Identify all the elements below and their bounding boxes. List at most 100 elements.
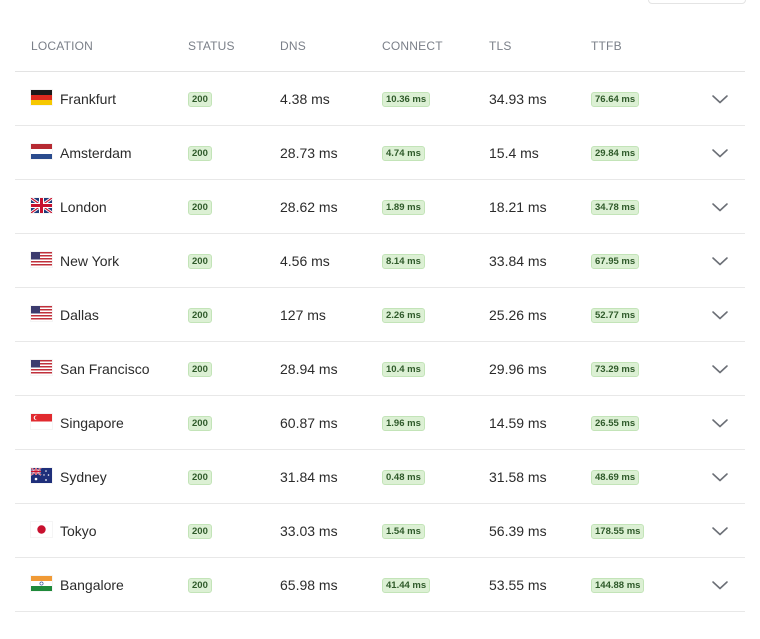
location-name: London [60, 199, 107, 215]
chevron-down-icon[interactable] [711, 146, 729, 158]
location-name: Singapore [60, 415, 124, 431]
tls-time: 14.59 ms [489, 415, 547, 431]
connect-time-badge: 8.14 ms [382, 254, 425, 269]
ttfb-time-badge: 73.29 ms [591, 362, 640, 377]
top-panel-edge [648, 0, 746, 4]
connect-time-badge: 4.74 ms [382, 146, 425, 161]
singapore-flag-icon [31, 414, 52, 429]
status-badge: 200 [188, 470, 212, 485]
table-row[interactable]: San Francisco 200 28.94 ms 10.4 ms 29.96 ms 7… [15, 342, 745, 396]
dns-time: 127 ms [280, 307, 326, 323]
ttfb-time-badge: 26.55 ms [591, 416, 640, 431]
chevron-down-icon[interactable] [711, 578, 729, 590]
connect-time-badge: 1.89 ms [382, 200, 425, 215]
uk-flag-icon [31, 198, 52, 213]
header-location: LOCATION [31, 39, 94, 53]
status-badge: 200 [188, 578, 212, 593]
connect-time-badge: 0.48 ms [382, 470, 425, 485]
status-badge: 200 [188, 524, 212, 539]
chevron-down-icon[interactable] [711, 200, 729, 212]
chevron-down-icon[interactable] [711, 362, 729, 374]
tls-time: 56.39 ms [489, 523, 547, 539]
dns-time: 4.38 ms [280, 91, 330, 107]
location-name: Bangalore [60, 577, 124, 593]
ttfb-time-badge: 67.95 ms [591, 254, 640, 269]
tls-time: 31.58 ms [489, 469, 547, 485]
status-badge: 200 [188, 416, 212, 431]
ttfb-time-badge: 52.77 ms [591, 308, 640, 323]
connect-time-badge: 10.36 ms [382, 92, 431, 107]
us-flag-icon [31, 252, 52, 267]
tls-time: 15.4 ms [489, 145, 539, 161]
connect-time-badge: 41.44 ms [382, 578, 431, 593]
connect-time-badge: 1.54 ms [382, 524, 425, 539]
germany-flag-icon [31, 90, 52, 105]
dns-time: 4.56 ms [280, 253, 330, 269]
dns-time: 28.73 ms [280, 145, 338, 161]
results-table: LOCATION STATUS DNS CONNECT TLS TTFB Fra… [15, 26, 745, 612]
australia-flag-icon [31, 468, 52, 483]
tls-time: 25.26 ms [489, 307, 547, 323]
table-body: Frankfurt 200 4.38 ms 10.36 ms 34.93 ms 76.64… [15, 72, 745, 612]
netherlands-flag-icon [31, 144, 52, 159]
us-flag-icon [31, 306, 52, 321]
table-row[interactable]: New York 200 4.56 ms 8.14 ms 33.84 ms 67.95 m… [15, 234, 745, 288]
chevron-down-icon[interactable] [711, 308, 729, 320]
connect-time-badge: 2.26 ms [382, 308, 425, 323]
location-name: Frankfurt [60, 91, 117, 107]
dns-time: 65.98 ms [280, 577, 338, 593]
ttfb-time-badge: 178.55 ms [591, 524, 645, 539]
tls-time: 53.55 ms [489, 577, 547, 593]
status-badge: 200 [188, 362, 212, 377]
table-row[interactable]: Singapore 200 60.87 ms 1.96 ms 14.59 ms 26.55… [15, 396, 745, 450]
status-badge: 200 [188, 308, 212, 323]
status-badge: 200 [188, 200, 212, 215]
chevron-down-icon[interactable] [711, 470, 729, 482]
table-row[interactable]: Tokyo 200 33.03 ms 1.54 ms 56.39 ms 178.55 ms [15, 504, 745, 558]
connect-time-badge: 10.4 ms [382, 362, 425, 377]
header-tls: TLS [489, 39, 512, 53]
location-name: Tokyo [60, 523, 97, 539]
tls-time: 33.84 ms [489, 253, 547, 269]
status-badge: 200 [188, 92, 212, 107]
header-dns: DNS [280, 39, 306, 53]
us-flag-icon [31, 360, 52, 375]
location-name: New York [60, 253, 120, 269]
location-name: Sydney [60, 469, 107, 485]
table-row[interactable]: Amsterdam 200 28.73 ms 4.74 ms 15.4 ms 29.84 … [15, 126, 745, 180]
chevron-down-icon[interactable] [711, 92, 729, 104]
dns-time: 60.87 ms [280, 415, 338, 431]
india-flag-icon [31, 576, 52, 591]
dns-time: 31.84 ms [280, 469, 338, 485]
ttfb-time-badge: 76.64 ms [591, 92, 640, 107]
location-name: San Francisco [60, 361, 150, 377]
tls-time: 34.93 ms [489, 91, 547, 107]
japan-flag-icon [31, 522, 52, 537]
dns-time: 28.94 ms [280, 361, 338, 377]
table-row[interactable]: Bangalore 200 65.98 ms 41.44 ms 53.55 ms 144.… [15, 558, 745, 612]
header-status: STATUS [188, 39, 235, 53]
connect-time-badge: 1.96 ms [382, 416, 425, 431]
table-row[interactable]: Sydney 200 31.84 ms 0.48 ms 31.58 ms 48.69 ms [15, 450, 745, 504]
location-name: Dallas [60, 307, 99, 323]
location-name: Amsterdam [60, 145, 132, 161]
dns-time: 28.62 ms [280, 199, 338, 215]
status-badge: 200 [188, 146, 212, 161]
header-ttfb: TTFB [591, 39, 622, 53]
table-row[interactable]: London 200 28.62 ms 1.89 ms 18.21 ms 34.78 ms [15, 180, 745, 234]
tls-time: 29.96 ms [489, 361, 547, 377]
ttfb-time-badge: 48.69 ms [591, 470, 640, 485]
dns-time: 33.03 ms [280, 523, 338, 539]
table-row[interactable]: Frankfurt 200 4.38 ms 10.36 ms 34.93 ms 76.64… [15, 72, 745, 126]
chevron-down-icon[interactable] [711, 524, 729, 536]
table-header: LOCATION STATUS DNS CONNECT TLS TTFB [15, 26, 745, 72]
ttfb-time-badge: 144.88 ms [591, 578, 645, 593]
header-connect: CONNECT [382, 39, 443, 53]
table-row[interactable]: Dallas 200 127 ms 2.26 ms 25.26 ms 52.77 ms [15, 288, 745, 342]
ttfb-time-badge: 34.78 ms [591, 200, 640, 215]
tls-time: 18.21 ms [489, 199, 547, 215]
chevron-down-icon[interactable] [711, 416, 729, 428]
ttfb-time-badge: 29.84 ms [591, 146, 640, 161]
chevron-down-icon[interactable] [711, 254, 729, 266]
status-badge: 200 [188, 254, 212, 269]
